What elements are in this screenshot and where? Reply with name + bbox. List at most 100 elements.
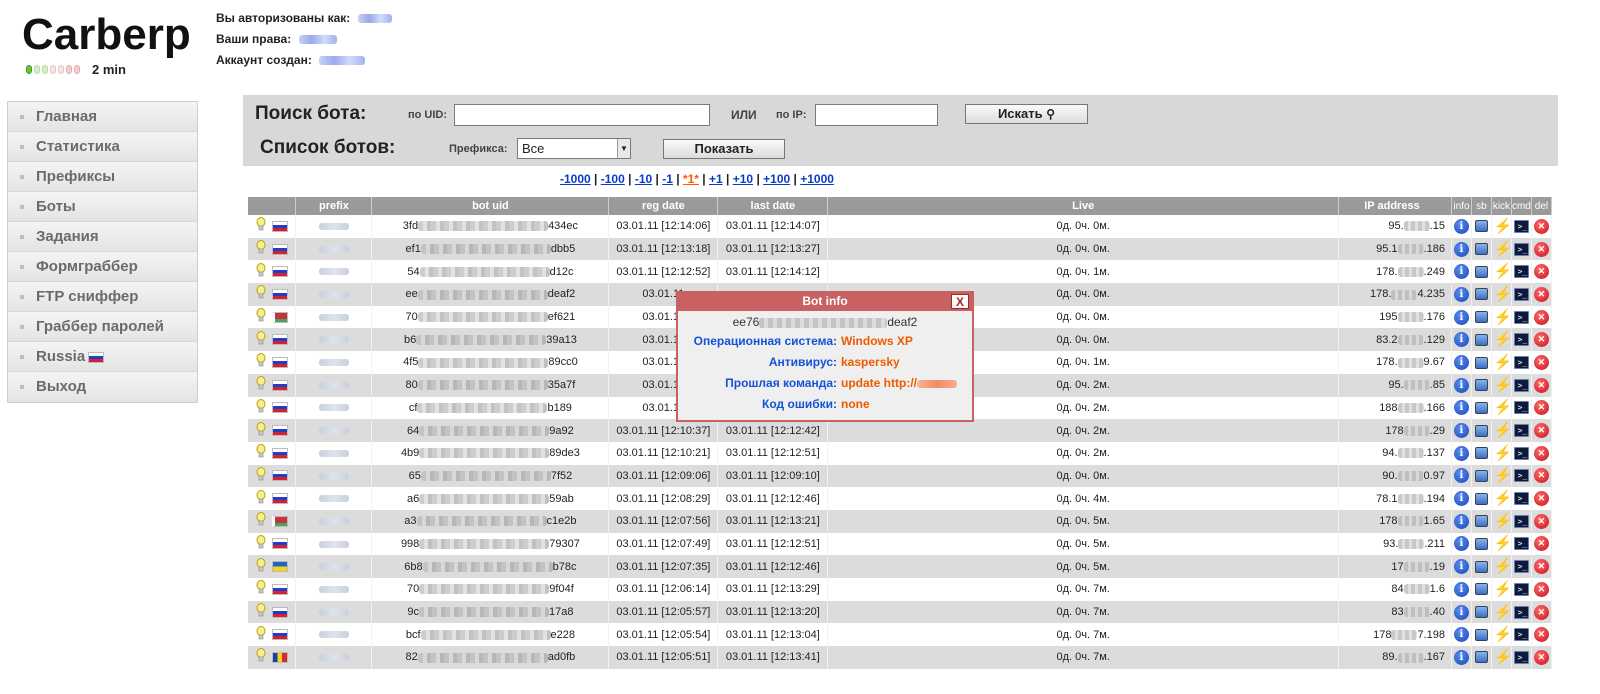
bot-uid-cell[interactable]: 998 79307 (371, 532, 610, 556)
page-link-plus-10[interactable]: +10 (733, 172, 753, 186)
delete-icon[interactable]: ✕ (1533, 423, 1549, 439)
bot-uid-cell[interactable]: 65 7f52 (371, 464, 610, 488)
info-icon[interactable]: i (1453, 468, 1469, 484)
lightning-icon[interactable]: ⚡ (1494, 219, 1513, 234)
info-icon[interactable]: i (1453, 377, 1469, 393)
info-icon[interactable]: i (1453, 286, 1469, 302)
sidebar-item-language[interactable]: Russia (8, 342, 197, 372)
delete-icon[interactable]: ✕ (1533, 536, 1549, 552)
monitor-icon[interactable] (1474, 469, 1488, 482)
monitor-icon[interactable] (1474, 515, 1488, 528)
info-icon[interactable]: i (1453, 604, 1469, 620)
search-button[interactable]: Искать ⚲ (965, 104, 1088, 124)
delete-icon[interactable]: ✕ (1533, 468, 1549, 484)
header-live[interactable]: Live (827, 197, 1339, 215)
terminal-icon[interactable]: >_ (1513, 582, 1529, 596)
bot-uid-cell[interactable]: 54 d12c (371, 260, 610, 284)
delete-icon[interactable]: ✕ (1533, 309, 1549, 325)
header-bot-uid[interactable]: bot uid (371, 197, 610, 215)
info-icon[interactable]: i (1453, 423, 1469, 439)
lightning-icon[interactable]: ⚡ (1494, 582, 1513, 597)
lightning-icon[interactable]: ⚡ (1494, 605, 1513, 620)
bot-uid-cell[interactable]: 6b8 b78c (371, 555, 610, 578)
bot-uid-cell[interactable]: 70 9f04f (371, 578, 610, 601)
page-link-current[interactable]: *1* (683, 172, 699, 186)
lightning-icon[interactable]: ⚡ (1494, 242, 1513, 257)
terminal-icon[interactable]: >_ (1513, 628, 1529, 642)
terminal-icon[interactable]: >_ (1513, 650, 1529, 664)
page-link-minus-1000[interactable]: -1000 (560, 172, 591, 186)
lightning-icon[interactable]: ⚡ (1494, 559, 1513, 574)
lightning-icon[interactable]: ⚡ (1494, 287, 1513, 302)
monitor-icon[interactable] (1474, 651, 1488, 664)
monitor-icon[interactable] (1474, 311, 1488, 324)
bot-uid-cell[interactable]: cf b189 (371, 396, 610, 420)
delete-icon[interactable]: ✕ (1533, 218, 1549, 234)
delete-icon[interactable]: ✕ (1533, 241, 1549, 257)
lightning-icon[interactable]: ⚡ (1494, 627, 1513, 642)
delete-icon[interactable]: ✕ (1533, 513, 1549, 529)
delete-icon[interactable]: ✕ (1533, 445, 1549, 461)
monitor-icon[interactable] (1474, 379, 1488, 392)
monitor-icon[interactable] (1474, 583, 1488, 596)
terminal-icon[interactable]: >_ (1513, 355, 1529, 369)
delete-icon[interactable]: ✕ (1533, 400, 1549, 416)
terminal-icon[interactable]: >_ (1513, 605, 1529, 619)
bot-uid-cell[interactable]: b6 39a13 (371, 328, 610, 352)
terminal-icon[interactable]: >_ (1513, 287, 1529, 301)
page-link-plus-1[interactable]: +1 (709, 172, 723, 186)
terminal-icon[interactable]: >_ (1513, 537, 1529, 551)
bot-uid-cell[interactable]: a3 c1e2b (371, 509, 610, 533)
sidebar-item-logout[interactable]: Выход (8, 372, 197, 402)
info-icon[interactable]: i (1453, 241, 1469, 257)
lightning-icon[interactable]: ⚡ (1494, 536, 1513, 551)
page-link-minus-100[interactable]: -100 (601, 172, 625, 186)
lightning-icon[interactable]: ⚡ (1494, 400, 1513, 415)
monitor-icon[interactable] (1474, 628, 1488, 641)
header-reg-date[interactable]: reg date (608, 197, 719, 215)
page-link-minus-1[interactable]: -1 (662, 172, 673, 186)
page-link-minus-10[interactable]: -10 (635, 172, 652, 186)
monitor-icon[interactable] (1474, 606, 1488, 619)
delete-icon[interactable]: ✕ (1533, 354, 1549, 370)
monitor-icon[interactable] (1474, 401, 1488, 414)
monitor-icon[interactable] (1474, 560, 1488, 573)
monitor-icon[interactable] (1474, 288, 1488, 301)
bot-uid-cell[interactable]: 3fd 434ec (371, 215, 610, 238)
delete-icon[interactable]: ✕ (1533, 377, 1549, 393)
monitor-icon[interactable] (1474, 447, 1488, 460)
terminal-icon[interactable]: >_ (1513, 401, 1529, 415)
delete-icon[interactable]: ✕ (1533, 559, 1549, 575)
monitor-icon[interactable] (1474, 265, 1488, 278)
bot-uid-cell[interactable]: 70 ef621 (371, 305, 610, 329)
info-icon[interactable]: i (1453, 354, 1469, 370)
lightning-icon[interactable]: ⚡ (1494, 650, 1513, 665)
delete-icon[interactable]: ✕ (1533, 649, 1549, 665)
info-icon[interactable]: i (1453, 264, 1469, 280)
chevron-down-icon[interactable]: ▼ (617, 139, 630, 158)
page-link-plus-100[interactable]: +100 (763, 172, 790, 186)
bot-uid-cell[interactable]: 9c 17a8 (371, 600, 610, 624)
lightning-icon[interactable]: ⚡ (1494, 332, 1513, 347)
lightning-icon[interactable]: ⚡ (1494, 491, 1513, 506)
lightning-icon[interactable]: ⚡ (1494, 310, 1513, 325)
sidebar-item-tasks[interactable]: Задания (8, 222, 197, 252)
info-icon[interactable]: i (1453, 536, 1469, 552)
info-icon[interactable]: i (1453, 309, 1469, 325)
monitor-icon[interactable] (1474, 220, 1488, 233)
monitor-icon[interactable] (1474, 538, 1488, 551)
terminal-icon[interactable]: >_ (1513, 560, 1529, 574)
delete-icon[interactable]: ✕ (1533, 264, 1549, 280)
header-ip-address[interactable]: IP address (1338, 197, 1452, 215)
lightning-icon[interactable]: ⚡ (1494, 446, 1513, 461)
info-icon[interactable]: i (1453, 513, 1469, 529)
terminal-icon[interactable]: >_ (1513, 424, 1529, 438)
delete-icon[interactable]: ✕ (1533, 604, 1549, 620)
lightning-icon[interactable]: ⚡ (1494, 514, 1513, 529)
close-button[interactable]: X (951, 294, 969, 309)
delete-icon[interactable]: ✕ (1533, 627, 1549, 643)
info-icon[interactable]: i (1453, 400, 1469, 416)
monitor-icon[interactable] (1474, 356, 1488, 369)
sidebar-item-statistics[interactable]: Статистика (8, 132, 197, 162)
info-icon[interactable]: i (1453, 218, 1469, 234)
